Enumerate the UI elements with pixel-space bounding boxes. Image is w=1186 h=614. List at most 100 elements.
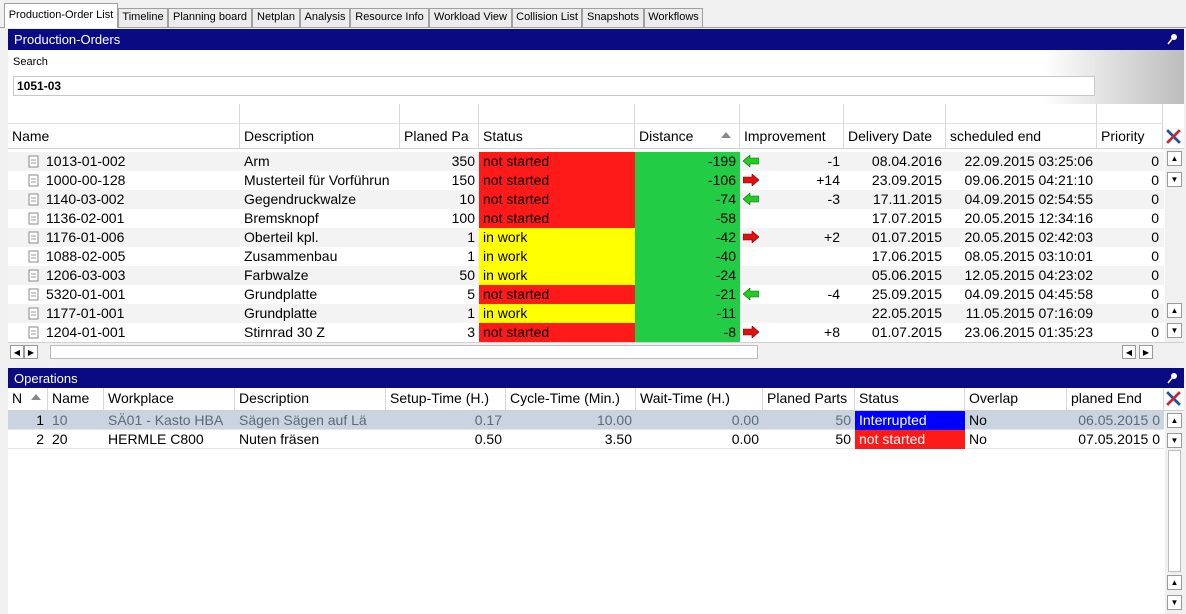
order-scheduled-end: 12.05.2015 04:23:02 — [964, 267, 1093, 283]
tab-workflows[interactable]: Workflows — [644, 8, 703, 27]
column-header-workplace[interactable]: Workplace — [104, 388, 235, 410]
operation-workplace: SÄ01 - Kasto HBA — [108, 412, 224, 428]
order-delivery-date: 25.09.2015 — [871, 286, 942, 302]
filter-cell[interactable] — [400, 104, 479, 124]
order-improvement: +8 — [824, 324, 840, 340]
scroll-left-button[interactable]: ◀ — [10, 345, 24, 359]
order-name: 1136-02-001 — [46, 210, 125, 226]
order-priority: 0 — [1151, 286, 1159, 302]
order-planed-parts: 150 — [451, 172, 475, 188]
scroll-down-button[interactable]: ▼ — [1167, 433, 1182, 448]
column-header-setup-time-h-[interactable]: Setup-Time (H.) — [386, 388, 506, 410]
pin-icon[interactable] — [1166, 32, 1180, 46]
tab-planning-board[interactable]: Planning board — [168, 8, 252, 27]
tab-production-order-list[interactable]: Production-Order List — [4, 3, 118, 28]
scroll-down-button[interactable]: ▼ — [1167, 323, 1182, 338]
order-name: 1088-02-005 — [46, 248, 126, 264]
filter-cell[interactable] — [8, 104, 240, 124]
column-header-n[interactable]: N — [8, 388, 48, 410]
filter-cell[interactable] — [740, 104, 844, 124]
column-header-planed-end[interactable]: planed End — [1067, 388, 1164, 410]
order-name: 1140-03-002 — [46, 191, 125, 207]
column-header-improvement[interactable]: Improvement — [740, 124, 844, 148]
scroll-left-button[interactable]: ◀ — [1122, 345, 1136, 359]
scroll-down-button[interactable]: ▼ — [1167, 172, 1182, 187]
column-header-status[interactable]: Status — [479, 124, 635, 148]
scroll-right-button[interactable]: ▶ — [1139, 345, 1153, 359]
order-status: not started — [479, 171, 635, 190]
order-name: 5320-01-001 — [46, 286, 126, 302]
column-header-description[interactable]: Description — [240, 124, 400, 148]
scroll-up-button[interactable]: ▲ — [1167, 413, 1182, 428]
order-name: 1000-00-128 — [46, 172, 126, 188]
column-header-planed-parts[interactable]: Planed Parts — [763, 388, 855, 410]
operation-overlap: No — [969, 431, 987, 447]
order-distance: -106 — [635, 171, 740, 190]
order-improvement — [760, 304, 844, 323]
filter-cell[interactable] — [1097, 104, 1163, 124]
order-planed-parts: 5 — [467, 286, 475, 302]
order-icon — [28, 174, 39, 187]
order-description: Gegendruckwalze — [244, 191, 357, 207]
order-distance: -199 — [635, 152, 740, 171]
order-priority: 0 — [1151, 248, 1159, 264]
column-header-scheduled-end[interactable]: scheduled end — [946, 124, 1097, 148]
order-priority: 0 — [1151, 229, 1159, 245]
order-planed-parts: 100 — [451, 210, 475, 226]
column-header-status[interactable]: Status — [855, 388, 965, 410]
tab-resource-info[interactable]: Resource Info — [350, 8, 429, 27]
order-description: Zusammenbau — [244, 248, 338, 264]
tab-snapshots[interactable]: Snapshots — [582, 8, 644, 27]
order-distance: -8 — [635, 323, 740, 342]
filter-cell[interactable] — [479, 104, 635, 124]
scroll-up-button[interactable]: ▲ — [1167, 575, 1182, 590]
filter-cell[interactable] — [946, 104, 1097, 124]
tab-netplan[interactable]: Netplan — [252, 8, 300, 27]
order-improvement — [760, 247, 844, 266]
order-description: Stirnrad 30 Z — [244, 324, 325, 340]
horizontal-scroll-thumb[interactable] — [50, 345, 758, 359]
column-header-delivery-date[interactable]: Delivery Date — [844, 124, 946, 148]
tab-collision-list[interactable]: Collision List — [512, 8, 582, 27]
order-distance: -74 — [635, 190, 740, 209]
tab-analysis[interactable]: Analysis — [300, 8, 350, 27]
scroll-up-button[interactable]: ▲ — [1167, 151, 1182, 166]
order-distance: -40 — [635, 247, 740, 266]
order-name: 1177-01-001 — [46, 305, 125, 321]
column-header-cycle-time-min-[interactable]: Cycle-Time (Min.) — [506, 388, 636, 410]
filter-cell[interactable] — [844, 104, 946, 124]
operation-setup-time: 0.50 — [474, 431, 502, 447]
operation-status: not started — [855, 430, 965, 449]
order-planed-parts: 1 — [467, 229, 475, 245]
scroll-right-button[interactable]: ▶ — [24, 345, 38, 359]
column-header-planed-pa[interactable]: Planed Pa — [400, 124, 479, 148]
production-orders-title-bar: Production-Orders — [8, 29, 1184, 50]
search-input[interactable]: 1051-03 — [13, 76, 1095, 96]
order-priority: 0 — [1151, 210, 1159, 226]
column-header-overlap[interactable]: Overlap — [965, 388, 1067, 410]
pin-icon[interactable] — [1166, 371, 1180, 385]
order-priority: 0 — [1151, 153, 1159, 169]
column-chooser-icon[interactable] — [1165, 128, 1182, 145]
order-icon — [28, 326, 39, 339]
order-improvement: -1 — [827, 153, 840, 169]
scroll-down-button[interactable]: ▼ — [1167, 595, 1182, 610]
column-header-name[interactable]: Name — [48, 388, 104, 410]
tab-timeline[interactable]: Timeline — [118, 8, 168, 27]
column-header-priority[interactable]: Priority — [1097, 124, 1163, 148]
column-header-name[interactable]: Name — [8, 124, 240, 148]
column-chooser-icon[interactable] — [1165, 390, 1182, 407]
green-left-arrow-icon — [743, 155, 759, 167]
tab-workload-view[interactable]: Workload View — [429, 8, 512, 27]
column-header-wait-time-h-[interactable]: Wait-Time (H.) — [636, 388, 763, 410]
filter-cell[interactable] — [240, 104, 400, 124]
filter-cell[interactable] — [635, 104, 740, 124]
scroll-up-button[interactable]: ▲ — [1167, 303, 1182, 318]
order-description: Grundplatte — [244, 305, 318, 321]
operations-title-bar: Operations — [8, 368, 1184, 389]
operation-overlap: No — [969, 412, 987, 428]
vertical-scroll-thumb[interactable] — [1168, 450, 1181, 572]
column-header-description[interactable]: Description — [235, 388, 386, 410]
order-status: not started — [479, 323, 635, 342]
green-left-arrow-icon — [743, 193, 759, 205]
